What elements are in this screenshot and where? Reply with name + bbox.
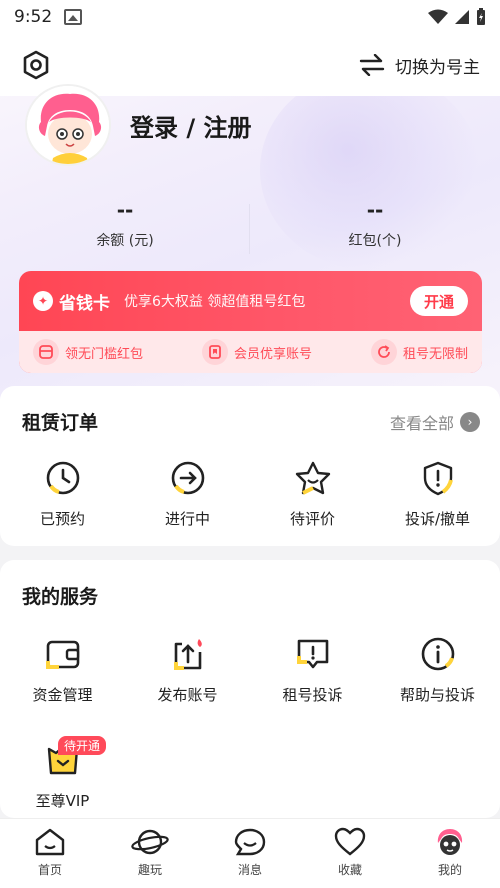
refresh-icon: [370, 339, 397, 365]
wifi-icon: [428, 9, 448, 24]
rental-orders-card: 租赁订单 查看全部 › 已预约 进行中 待评价 投诉/撤单: [0, 386, 500, 546]
redpacket-stat[interactable]: -- 红包(个): [250, 198, 500, 258]
balance-value: --: [116, 198, 134, 222]
service-publish-label: 发布账号: [157, 686, 218, 704]
swap-icon: [359, 54, 385, 76]
star-icon: [293, 458, 333, 498]
savings-card-description: 优享6大权益 领超值租号红包: [124, 294, 306, 310]
services-grid-row1: 资金管理 发布账号 租号投诉 帮助与投诉: [0, 634, 500, 705]
service-funds[interactable]: 资金管理: [0, 634, 125, 705]
info-icon: [418, 634, 458, 674]
view-all-orders-link[interactable]: 查看全部 ›: [390, 410, 480, 434]
order-in-progress[interactable]: 进行中: [125, 458, 250, 529]
home-icon: [35, 828, 65, 856]
order-pending-review-label: 待评价: [289, 510, 335, 528]
message-icon: [234, 828, 266, 856]
my-services-card: 我的服务 资金管理 发布账号 租号投诉 帮助与投诉 至尊VIP 待开通: [0, 560, 500, 818]
savings-card-badge: ✦ 省钱卡: [33, 289, 110, 314]
switch-role-button[interactable]: 切换为号主: [359, 53, 480, 78]
service-account-complaint-label: 租号投诉: [282, 686, 343, 704]
nav-favorites-label: 收藏: [337, 863, 362, 877]
balance-stat[interactable]: -- 余额 (元): [0, 198, 250, 258]
balance-label: 余额 (元): [96, 233, 154, 249]
savings-card-banner[interactable]: ✦ 省钱卡 优享6大权益 领超值租号红包 开通 领无门槛红包 会员优享账号 租号…: [19, 271, 482, 373]
planet-icon: [131, 829, 169, 855]
service-publish[interactable]: 发布账号: [125, 634, 250, 705]
service-funds-label: 资金管理: [32, 686, 93, 704]
shield-alert-icon: [418, 458, 458, 498]
vip-pending-badge: 待开通: [58, 736, 107, 755]
redpacket-value: --: [366, 198, 384, 222]
bookmark-icon: [201, 339, 228, 365]
rental-orders-title: 租赁订单: [22, 412, 99, 434]
benefit-item[interactable]: 领无门槛红包: [33, 339, 143, 365]
arrow-circle-icon: [168, 458, 208, 498]
order-reserved[interactable]: 已预约: [0, 458, 125, 529]
nav-mine[interactable]: 我的: [400, 819, 500, 888]
nav-fun[interactable]: 趣玩: [100, 819, 200, 888]
nav-messages-label: 消息: [237, 863, 262, 877]
stats-divider: [249, 204, 250, 254]
nav-mine-label: 我的: [437, 863, 462, 877]
open-savings-card-button[interactable]: 开通: [410, 286, 468, 316]
heart-icon: [334, 827, 366, 856]
redpacket-label: 红包(个): [348, 233, 402, 249]
benefit-item[interactable]: 租号无限制: [370, 339, 468, 365]
status-time: 9:52: [14, 7, 53, 27]
benefit-label: 领无门槛红包: [65, 346, 144, 362]
chevron-right-icon: ›: [460, 412, 480, 432]
status-icons: [428, 8, 486, 26]
clock-icon: [43, 458, 83, 498]
gallery-icon: [64, 9, 83, 25]
my-services-title: 我的服务: [22, 586, 99, 608]
order-complaint[interactable]: 投诉/撤单: [375, 458, 500, 529]
settings-icon[interactable]: [20, 49, 52, 81]
login-register-link[interactable]: 登录 / 注册: [130, 108, 251, 143]
order-complaint-label: 投诉/撤单: [404, 510, 471, 528]
wallet-icon: [43, 634, 83, 674]
nav-messages[interactable]: 消息: [200, 819, 300, 888]
profile-icon: [437, 829, 463, 855]
cartoon-avatar-icon: [27, 86, 109, 164]
status-bar: 9:52: [0, 0, 500, 34]
nav-home[interactable]: 首页: [0, 819, 100, 888]
battery-icon: [477, 8, 485, 25]
nav-fun-label: 趣玩: [137, 863, 162, 877]
complaint-icon: [293, 634, 333, 674]
bottom-navigation: 首页 趣玩 消息 收藏 我的: [0, 818, 500, 888]
signal-icon: [455, 10, 469, 24]
coupon-icon: [33, 339, 59, 365]
benefit-item[interactable]: 会员优享账号: [201, 339, 312, 365]
order-status-grid: 已预约 进行中 待评价 投诉/撤单: [0, 458, 500, 529]
order-in-progress-label: 进行中: [164, 510, 210, 528]
order-pending-review[interactable]: 待评价: [250, 458, 375, 529]
benefit-label: 租号无限制: [402, 346, 468, 362]
switch-role-label: 切换为号主: [395, 57, 480, 78]
order-reserved-label: 已预约: [39, 510, 85, 528]
service-account-complaint[interactable]: 租号投诉: [250, 634, 375, 705]
savings-card-top: ✦ 省钱卡 优享6大权益 领超值租号红包 开通: [19, 271, 482, 331]
upload-icon: [168, 634, 208, 674]
benefit-label: 会员优享账号: [233, 346, 312, 362]
service-vip-label: 至尊VIP: [35, 792, 90, 810]
service-help-label: 帮助与投诉: [399, 686, 475, 704]
avatar[interactable]: [25, 84, 111, 166]
savings-card-benefits: 领无门槛红包 会员优享账号 租号无限制: [19, 331, 482, 373]
service-help[interactable]: 帮助与投诉: [375, 634, 500, 705]
savings-card-name: 省钱卡: [59, 293, 110, 314]
wallet-stats: -- 余额 (元) -- 红包(个): [0, 198, 500, 258]
nav-home-label: 首页: [37, 863, 62, 877]
nav-favorites[interactable]: 收藏: [300, 819, 400, 888]
sparkle-icon: ✦: [33, 291, 53, 311]
view-all-label: 查看全部: [389, 414, 454, 433]
